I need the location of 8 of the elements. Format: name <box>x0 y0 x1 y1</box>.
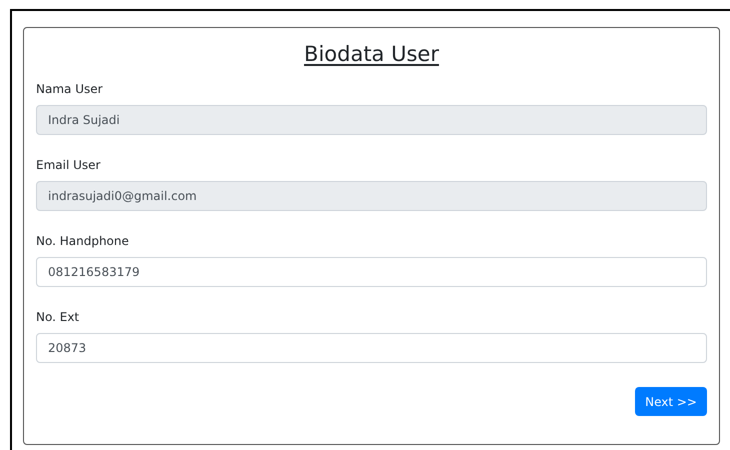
field-label: Nama User <box>36 81 103 98</box>
field-label: No. Handphone <box>36 233 129 250</box>
next-button[interactable]: Next >> <box>635 387 707 416</box>
form-title: Biodata User <box>304 41 439 68</box>
input-field[interactable]: 081216583179 <box>36 257 707 287</box>
input-field[interactable]: 20873 <box>36 333 707 363</box>
field-label: No. Ext <box>36 309 80 326</box>
field-label: Email User <box>36 157 100 174</box>
